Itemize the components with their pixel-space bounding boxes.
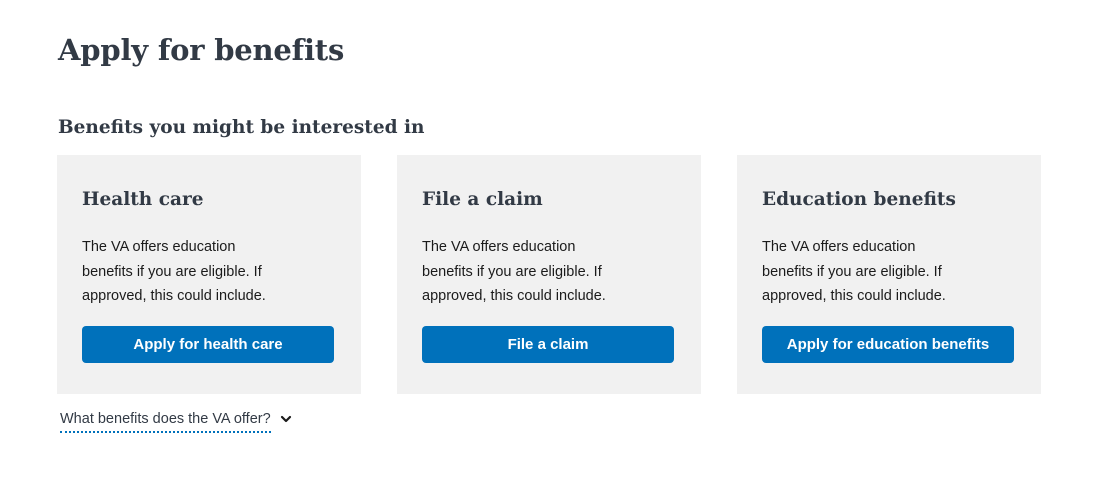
card-description: The VA offers education benefits if you … — [422, 239, 606, 304]
disclosure-label[interactable]: What benefits does the VA offer? — [60, 409, 271, 433]
card-description: The VA offers education benefits if you … — [82, 239, 266, 304]
section-heading: Benefits you might be interested in — [58, 117, 425, 138]
card-title: File a claim — [422, 189, 543, 210]
apply-health-care-button[interactable]: Apply for health care — [82, 326, 334, 363]
benefits-disclosure-toggle[interactable]: What benefits does the VA offer? — [60, 409, 292, 433]
benefit-card-education: Education benefits The VA offers educati… — [737, 155, 1041, 394]
benefit-card-health-care: Health care The VA offers education bene… — [57, 155, 361, 394]
card-title: Health care — [82, 189, 204, 210]
apply-education-benefits-button[interactable]: Apply for education benefits — [762, 326, 1014, 363]
card-title: Education benefits — [762, 189, 956, 210]
chevron-down-icon[interactable] — [280, 413, 292, 425]
file-claim-button[interactable]: File a claim — [422, 326, 674, 363]
card-description: The VA offers education benefits if you … — [762, 239, 946, 304]
benefit-card-file-claim: File a claim The VA offers education ben… — [397, 155, 701, 394]
page-title: Apply for benefits — [58, 33, 345, 67]
